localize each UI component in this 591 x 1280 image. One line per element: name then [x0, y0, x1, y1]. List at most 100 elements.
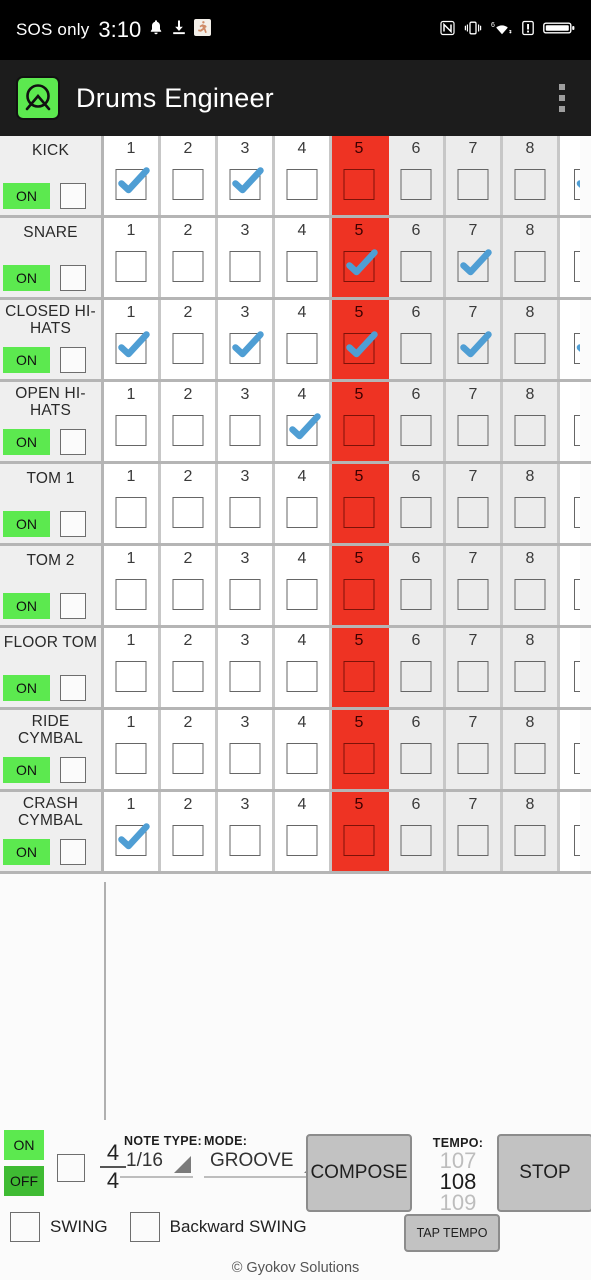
- step-checkbox[interactable]: [115, 743, 147, 774]
- step-cell[interactable]: 2: [161, 628, 218, 707]
- step-checkbox[interactable]: [229, 331, 264, 364]
- step-checkbox[interactable]: [514, 579, 546, 610]
- step-cell[interactable]: 7: [446, 546, 503, 625]
- step-cell-partial[interactable]: [560, 136, 580, 215]
- step-checkbox[interactable]: [286, 413, 321, 446]
- backward-swing-checkbox[interactable]: [129, 1212, 160, 1242]
- step-cell[interactable]: 4: [275, 628, 332, 707]
- step-checkbox[interactable]: [514, 497, 546, 528]
- step-checkbox[interactable]: [286, 579, 318, 610]
- step-checkbox[interactable]: [229, 579, 261, 610]
- step-cell[interactable]: 1: [104, 628, 161, 707]
- step-checkbox[interactable]: [514, 415, 546, 446]
- drum-row-on-button[interactable]: ON: [3, 839, 50, 865]
- step-checkbox[interactable]: [400, 415, 432, 446]
- step-checkbox[interactable]: [514, 169, 546, 200]
- step-checkbox[interactable]: [172, 743, 204, 774]
- step-cell[interactable]: 1: [104, 382, 161, 461]
- step-cell[interactable]: 1: [104, 136, 161, 215]
- step-cell[interactable]: 4: [275, 464, 332, 543]
- step-cell[interactable]: 2: [161, 218, 218, 297]
- step-cell[interactable]: 1: [104, 464, 161, 543]
- step-cell[interactable]: 6: [389, 382, 446, 461]
- step-checkbox[interactable]: [400, 497, 432, 528]
- step-checkbox[interactable]: [343, 825, 375, 856]
- step-checkbox[interactable]: [172, 333, 204, 364]
- step-cell[interactable]: 3: [218, 300, 275, 379]
- note-type-dropdown[interactable]: 1/16: [120, 1148, 193, 1178]
- swing-checkbox[interactable]: [10, 1212, 40, 1242]
- tempo-current-value[interactable]: 108: [424, 1171, 492, 1193]
- step-cell[interactable]: 7: [446, 300, 503, 379]
- step-cell[interactable]: 1: [104, 546, 161, 625]
- step-checkbox[interactable]: [343, 743, 375, 774]
- step-cell[interactable]: 8: [503, 136, 560, 215]
- step-checkbox[interactable]: [172, 497, 204, 528]
- drum-row-solo-checkbox[interactable]: [60, 429, 86, 455]
- step-cell[interactable]: 3: [218, 710, 275, 789]
- step-cell[interactable]: 4: [275, 546, 332, 625]
- step-cell[interactable]: 8: [503, 300, 560, 379]
- step-checkbox[interactable]: [400, 743, 432, 774]
- step-cell[interactable]: 6: [389, 464, 446, 543]
- step-checkbox[interactable]: [229, 167, 264, 200]
- step-cell-partial[interactable]: [560, 218, 580, 297]
- step-cell[interactable]: 8: [503, 218, 560, 297]
- step-cell[interactable]: 1: [104, 792, 161, 871]
- step-cell[interactable]: 8: [503, 382, 560, 461]
- step-cell[interactable]: 5: [332, 628, 389, 707]
- tempo-previous-value[interactable]: 107: [424, 1150, 492, 1172]
- step-cell-partial[interactable]: [560, 464, 580, 543]
- step-cell[interactable]: 8: [503, 710, 560, 789]
- step-checkbox[interactable]: [286, 333, 318, 364]
- step-checkbox[interactable]: [574, 169, 580, 200]
- step-checkbox[interactable]: [400, 825, 432, 856]
- step-cell[interactable]: 6: [389, 628, 446, 707]
- step-cell[interactable]: 4: [275, 136, 332, 215]
- drum-row-solo-checkbox[interactable]: [60, 511, 86, 537]
- step-checkbox[interactable]: [514, 743, 546, 774]
- step-checkbox[interactable]: [514, 333, 546, 364]
- drum-row-solo-checkbox[interactable]: [60, 347, 86, 373]
- step-checkbox[interactable]: [343, 249, 378, 282]
- step-cell[interactable]: 4: [275, 300, 332, 379]
- step-cell[interactable]: 6: [389, 792, 446, 871]
- step-cell[interactable]: 6: [389, 218, 446, 297]
- step-cell[interactable]: 7: [446, 464, 503, 543]
- step-cell[interactable]: 2: [161, 464, 218, 543]
- step-cell[interactable]: 4: [275, 792, 332, 871]
- step-checkbox[interactable]: [172, 825, 204, 856]
- step-checkbox[interactable]: [574, 497, 580, 528]
- step-cell[interactable]: 6: [389, 546, 446, 625]
- tempo-spinner[interactable]: TEMPO: 107 108 109: [424, 1136, 492, 1214]
- step-cell-partial[interactable]: [560, 300, 580, 379]
- step-cell[interactable]: 3: [218, 136, 275, 215]
- step-checkbox[interactable]: [286, 251, 318, 282]
- step-checkbox[interactable]: [172, 661, 204, 692]
- step-checkbox[interactable]: [286, 825, 318, 856]
- step-checkbox[interactable]: [343, 169, 375, 200]
- step-cell[interactable]: 6: [389, 710, 446, 789]
- step-checkbox[interactable]: [115, 823, 150, 856]
- step-cell[interactable]: 2: [161, 136, 218, 215]
- step-checkbox[interactable]: [400, 579, 432, 610]
- step-checkbox[interactable]: [286, 743, 318, 774]
- step-cell-partial[interactable]: [560, 628, 580, 707]
- step-cell-partial[interactable]: [560, 546, 580, 625]
- metronome-on-button[interactable]: ON: [4, 1130, 44, 1160]
- step-cell[interactable]: 6: [389, 300, 446, 379]
- step-cell[interactable]: 3: [218, 218, 275, 297]
- step-cell[interactable]: 2: [161, 792, 218, 871]
- step-cell[interactable]: 7: [446, 382, 503, 461]
- step-cell[interactable]: 5: [332, 710, 389, 789]
- step-cell[interactable]: 7: [446, 218, 503, 297]
- step-cell[interactable]: 3: [218, 382, 275, 461]
- step-checkbox[interactable]: [400, 661, 432, 692]
- step-cell[interactable]: 3: [218, 546, 275, 625]
- step-checkbox[interactable]: [457, 249, 492, 282]
- compose-button[interactable]: COMPOSE: [306, 1134, 412, 1212]
- step-cell[interactable]: 2: [161, 710, 218, 789]
- step-cell[interactable]: 2: [161, 382, 218, 461]
- drum-row-solo-checkbox[interactable]: [60, 183, 86, 209]
- step-cell[interactable]: 5: [332, 300, 389, 379]
